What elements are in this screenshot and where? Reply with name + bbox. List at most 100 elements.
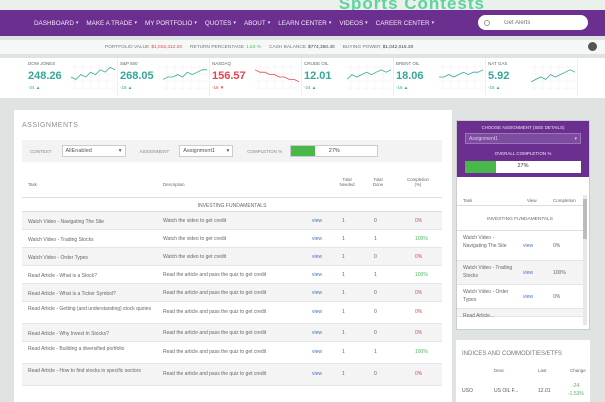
account-stats-bar: PORTFOLIO VALUE $1,016,312.20 RETURN PER… [0, 40, 605, 54]
total-needed: 1 [342, 218, 345, 224]
ticker-strip: DOW JONES 248.26 -24 ▲ S&P 500 268.05 -18 ▲ NA… [0, 58, 605, 98]
completion-label: COMPLETION % [247, 148, 283, 154]
nav-make-a-trade[interactable]: MAKE A TRADE ▾ [86, 20, 137, 27]
total-done: 0 [374, 290, 377, 296]
search-box[interactable] [478, 15, 588, 30]
contest-select-value: AllEnabled [65, 148, 92, 154]
ticker-change: -24 ▲ [304, 85, 317, 90]
task-description: Read the article and pass the quiz to ge… [163, 272, 267, 278]
nav-item-label: MY PORTFOLIO [145, 19, 193, 27]
detail-view-link[interactable]: view [523, 243, 533, 249]
search-input[interactable] [504, 19, 584, 26]
detail-task: Watch Video - Trading Stocks [463, 265, 513, 279]
assignment-label: ASSIGNMENT [139, 148, 170, 154]
ticker-card[interactable]: CRUDE OIL 12.01 -24 ▲ [302, 58, 394, 96]
view-link[interactable]: view [312, 290, 322, 296]
ticker-price: 268.05 [120, 70, 154, 82]
completion-percent: 0% [415, 371, 423, 377]
detail-table-header: Task View Completion [457, 196, 583, 206]
view-link[interactable]: view [312, 330, 322, 336]
scrollbar-thumb[interactable] [583, 199, 587, 239]
task-name: Watch Video - Order Types [28, 255, 88, 261]
detail-col-view: View [527, 198, 537, 203]
total-done: 0 [374, 330, 377, 336]
ticker-price: 156.57 [212, 70, 246, 82]
task-name: Read Article - How to find stocks in spe… [28, 368, 141, 374]
task-name: Read Article - What is a Ticker Symbol? [28, 291, 116, 297]
assignment-select[interactable]: Assignment1 ▾ [179, 145, 234, 157]
view-link[interactable]: view [312, 309, 322, 315]
nav-item-label: MAKE A TRADE [86, 19, 133, 27]
col-completion: Completion (%) [407, 177, 429, 187]
nav-quotes[interactable]: QUOTES ▾ [205, 20, 236, 27]
chevron-down-icon: ▾ [328, 20, 332, 26]
col-total-needed: Total Needed [339, 177, 355, 187]
choose-assignment-select[interactable]: Assignment1 ▾ [465, 133, 581, 144]
ticker-change: -16 ▲ [488, 85, 501, 90]
chevron-down-icon: ▾ [233, 20, 236, 26]
nav-dashboard[interactable]: DASHBOARD ▾ [34, 20, 78, 27]
table-row: Read Article - Why Invest In Stocks? Read… [22, 324, 442, 342]
view-link[interactable]: view [312, 349, 322, 355]
view-link[interactable]: view [312, 254, 322, 260]
view-link[interactable]: view [312, 272, 322, 278]
overall-progress-text: 27% [517, 163, 529, 169]
detail-view-link[interactable]: view [523, 294, 533, 300]
nav-item-label: LEARN CENTER [278, 19, 327, 27]
nav-videos[interactable]: VIDEOS ▾ [339, 20, 367, 27]
total-done: 1 [374, 236, 377, 242]
total-done: 1 [374, 272, 377, 278]
sparkline-chart [439, 63, 483, 91]
table-row: Watch Video - Navigating The Site Watch t… [22, 212, 442, 230]
completion-percent: 0% [415, 290, 423, 296]
sparkline-chart [71, 63, 115, 91]
total-needed: 1 [342, 272, 345, 278]
total-needed: 1 [342, 371, 345, 377]
detail-scrollbar[interactable] [583, 195, 587, 325]
completion-percent: 100% [415, 349, 428, 355]
gear-icon[interactable] [588, 42, 597, 51]
ticker-card[interactable]: NASDAQ 156.57 -16 ▼ [210, 58, 302, 96]
chevron-down-icon: ▾ [574, 136, 577, 142]
col-total-done: Total Done [372, 177, 384, 187]
col-task: Task [28, 182, 37, 187]
indices-panel: INDICES AND COMMODITIES/ETFS Desc Last C… [456, 340, 590, 402]
assignment-detail-panel: CHOOSE ASSIGNMENT (SEE DETAILS) Assignme… [456, 120, 590, 330]
sparkline-chart [531, 63, 575, 91]
chevron-down-icon: ▾ [118, 148, 122, 154]
view-link[interactable]: view [312, 371, 322, 377]
ticker-card[interactable]: S&P 500 268.05 -18 ▲ [118, 58, 210, 96]
view-link[interactable]: view [312, 218, 322, 224]
detail-row: Watch Video - Order Types view 0% [457, 285, 583, 309]
ticker-name: NAT GAS [488, 61, 508, 66]
detail-task: Watch Video - Navigating The Site [463, 235, 507, 249]
total-needed: 1 [342, 254, 345, 260]
nav-career-center[interactable]: CAREER CENTER ▾ [376, 20, 434, 27]
detail-row: Watch Video - Navigating The Site view 0% [457, 231, 583, 261]
ticker-card[interactable]: BRENT OIL 18.06 -16 ▲ [394, 58, 486, 96]
nav-learn-center[interactable]: LEARN CENTER ▾ [278, 20, 331, 27]
detail-completion: 0% [553, 294, 561, 300]
indices-symbol[interactable]: USO [462, 388, 473, 394]
task-name: Read Article - Building a diversified po… [28, 346, 125, 352]
table-row: Read Article - What is a Stock? Read the … [22, 266, 442, 284]
ticker-card[interactable]: DOW JONES 248.26 -24 ▲ [26, 58, 118, 96]
ticker-card[interactable]: NAT GAS 5.92 -16 ▲ [486, 58, 578, 96]
detail-row: Read Article... [457, 309, 583, 319]
detail-view-link[interactable]: view [523, 270, 533, 276]
ticker-change: -16 ▲ [396, 85, 409, 90]
nav-my-portfolio[interactable]: MY PORTFOLIO ▾ [145, 20, 197, 27]
ticker-price: 12.01 [304, 70, 332, 82]
nav-item-label: DASHBOARD [34, 19, 74, 27]
detail-section-row: INVESTING FUNDAMENTALS [457, 213, 583, 231]
view-link[interactable]: view [312, 236, 322, 242]
total-needed: 1 [342, 236, 345, 242]
buying-power-label: BUYING POWER [342, 44, 381, 50]
ticker-price: 18.06 [396, 70, 424, 82]
detail-row: Watch Video - Trading Stocks view 100% [457, 261, 583, 285]
buying-power-value: $1,042,016.30 [382, 44, 414, 50]
assignment-select-value: Assignment1 [183, 148, 216, 154]
detail-task: Read Article... [463, 313, 495, 319]
nav-about[interactable]: ABOUT ▾ [244, 20, 270, 27]
contest-select[interactable]: AllEnabled ▾ [61, 145, 126, 157]
